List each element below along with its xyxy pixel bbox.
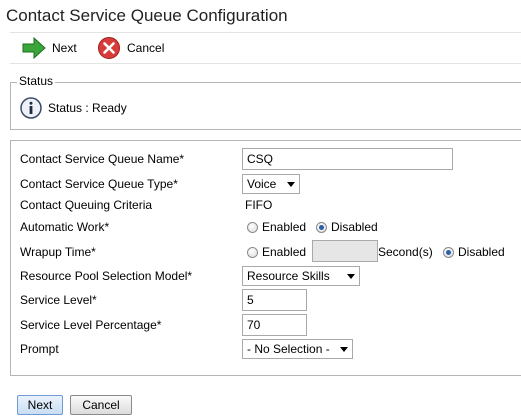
wrapup-enabled-option[interactable]: Enabled xyxy=(247,245,306,259)
toolbar-cancel-button[interactable]: Cancel xyxy=(97,37,164,59)
automatic-work-disabled-option[interactable]: Disabled xyxy=(316,220,378,234)
wrapup-seconds-input[interactable] xyxy=(312,240,378,262)
page-title: Contact Service Queue Configuration xyxy=(6,6,288,25)
cancel-x-icon xyxy=(98,37,120,59)
prompt-label: Prompt xyxy=(20,342,59,356)
service-level-pct-label: Service Level Percentage* xyxy=(20,318,162,332)
chevron-down-icon xyxy=(287,181,295,187)
service-level-label: Service Level* xyxy=(20,293,97,307)
wrapup-time-label: Wrapup Time* xyxy=(20,245,96,259)
csq-type-label: Contact Service Queue Type* xyxy=(20,177,178,191)
chevron-down-icon xyxy=(347,273,355,279)
next-button[interactable]: Next xyxy=(17,395,63,415)
queuing-criteria-label: Contact Queuing Criteria xyxy=(20,198,153,212)
status-row: Status : Ready xyxy=(20,97,127,119)
automatic-work-enabled-radio[interactable] xyxy=(247,221,258,233)
wrapup-disabled-option[interactable]: Disabled xyxy=(443,245,505,259)
wrapup-enabled-radio[interactable] xyxy=(247,246,258,258)
chevron-down-icon xyxy=(340,346,348,352)
automatic-work-label: Automatic Work* xyxy=(20,220,110,234)
wrapup-enabled-text: Enabled xyxy=(262,245,307,259)
toolbar-cancel-label: Cancel xyxy=(127,41,165,55)
status-legend: Status xyxy=(17,74,56,88)
csq-type-value: Voice xyxy=(247,177,277,191)
wrapup-disabled-radio[interactable] xyxy=(443,246,454,258)
toolbar-next-label: Next xyxy=(52,41,77,55)
cancel-button[interactable]: Cancel xyxy=(70,395,132,415)
wrapup-seconds-label: Second(s) xyxy=(378,245,433,259)
status-text: Status : Ready xyxy=(48,101,127,115)
toolbar: Next Cancel xyxy=(10,32,521,64)
pool-model-label: Resource Pool Selection Model* xyxy=(20,269,193,283)
queuing-criteria-value: FIFO xyxy=(245,198,273,212)
csq-name-input[interactable] xyxy=(242,148,453,170)
toolbar-next-button[interactable]: Next xyxy=(22,37,77,59)
automatic-work-enabled-text: Enabled xyxy=(262,220,307,234)
service-level-pct-input[interactable] xyxy=(242,314,307,336)
pool-model-select[interactable]: Resource Skills xyxy=(242,266,360,286)
pool-model-value: Resource Skills xyxy=(247,269,330,283)
automatic-work-enabled-option[interactable]: Enabled xyxy=(247,220,306,234)
wrapup-disabled-text: Disabled xyxy=(458,245,505,259)
service-level-input[interactable] xyxy=(242,289,307,311)
prompt-select[interactable]: - No Selection - xyxy=(242,339,353,359)
csq-name-label: Contact Service Queue Name* xyxy=(20,152,185,166)
next-arrow-icon xyxy=(22,37,46,59)
csq-type-select[interactable]: Voice xyxy=(242,174,300,194)
automatic-work-disabled-text: Disabled xyxy=(331,220,378,234)
automatic-work-disabled-radio[interactable] xyxy=(316,221,327,233)
info-icon xyxy=(20,97,42,119)
prompt-value: - No Selection - xyxy=(247,342,330,356)
